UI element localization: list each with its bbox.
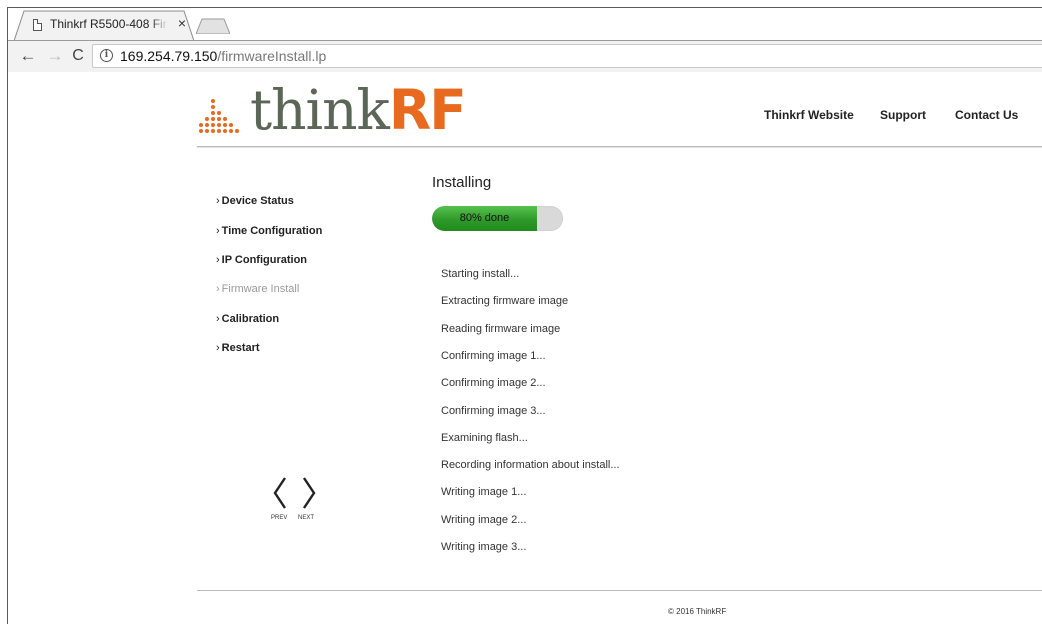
next-arrow-icon[interactable] <box>298 474 320 512</box>
sidebar-item-label: Restart <box>221 342 260 354</box>
sidebar-item-device-status[interactable]: › Device Status <box>216 195 294 211</box>
install-progress-bar: 80% done <box>432 206 563 231</box>
page-icon <box>33 19 42 31</box>
sidebar-item-calibration[interactable]: › Calibration <box>216 313 279 329</box>
footer-copyright: © 2016 ThinkRF <box>668 607 727 616</box>
log-line: Examining flash... <box>441 432 528 444</box>
url-path: /firmwareInstall.lp <box>217 48 327 64</box>
chevron-right-icon: › <box>216 283 220 295</box>
chevron-right-icon: › <box>216 254 220 266</box>
logo-wordmark: thinkRF <box>250 78 467 142</box>
log-line: Confirming image 1... <box>441 350 546 362</box>
sidebar-item-label: Calibration <box>221 313 280 325</box>
log-line: Extracting firmware image <box>441 295 569 307</box>
chevron-right-icon: › <box>216 195 220 207</box>
reload-icon[interactable]: C <box>68 46 88 66</box>
log-line: Writing image 2... <box>441 514 527 526</box>
log-line: Reading firmware image <box>441 323 561 335</box>
forward-arrow-icon[interactable]: → <box>45 46 65 66</box>
nav-link-support[interactable]: Support <box>880 108 926 124</box>
header-divider-shadow <box>197 147 1042 148</box>
log-line: Starting install... <box>441 268 520 280</box>
sidebar-item-label: Device Status <box>221 195 294 207</box>
sidebar-item-label: Time Configuration <box>221 225 323 237</box>
tab-title: Thinkrf R5500-408 Firmw <box>50 17 168 31</box>
chevron-right-icon: › <box>216 313 220 325</box>
sidebar-item-firmware-install[interactable]: › Firmware Install <box>216 283 299 299</box>
back-arrow-icon[interactable]: ← <box>18 46 38 66</box>
footer-divider <box>197 590 1042 591</box>
log-line: Writing image 3... <box>441 541 527 553</box>
url-text[interactable]: 169.254.79.150/firmwareInstall.lp <box>120 47 326 65</box>
progress-label: 80% done <box>459 212 510 224</box>
next-label[interactable]: NEXT <box>298 515 314 521</box>
sidebar-item-label: IP Configuration <box>221 254 308 266</box>
nav-link-contact-us[interactable]: Contact Us <box>955 108 1018 124</box>
chevron-right-icon: › <box>216 342 220 354</box>
sidebar-item-ip-configuration[interactable]: › IP Configuration <box>216 254 307 270</box>
url-host: 169.254.79.150 <box>120 48 218 64</box>
browser-window <box>7 7 1042 624</box>
chevron-right-icon: › <box>216 225 220 237</box>
sidebar-item-label: Firmware Install <box>221 283 300 295</box>
info-icon[interactable]: i <box>100 49 113 62</box>
nav-link-thinkrf-website[interactable]: Thinkrf Website <box>764 108 854 124</box>
sidebar-item-restart[interactable]: › Restart <box>216 342 260 358</box>
log-line: Recording information about install... <box>441 459 620 471</box>
thinkrf-logo[interactable]: thinkRF <box>198 80 467 140</box>
tab-close-icon[interactable]: × <box>175 15 189 31</box>
log-line: Confirming image 2... <box>441 377 546 389</box>
prev-arrow-icon[interactable] <box>269 474 291 512</box>
log-line: Confirming image 3... <box>441 405 546 417</box>
logo-dots-icon <box>199 99 239 133</box>
page-title: Installing <box>432 174 492 191</box>
sidebar-item-time-configuration[interactable]: › Time Configuration <box>216 225 322 241</box>
new-tab-button[interactable] <box>196 18 230 34</box>
prev-label[interactable]: PREV <box>271 515 287 521</box>
log-line: Writing image 1... <box>441 486 527 498</box>
pager: PREV NEXT <box>266 474 326 524</box>
